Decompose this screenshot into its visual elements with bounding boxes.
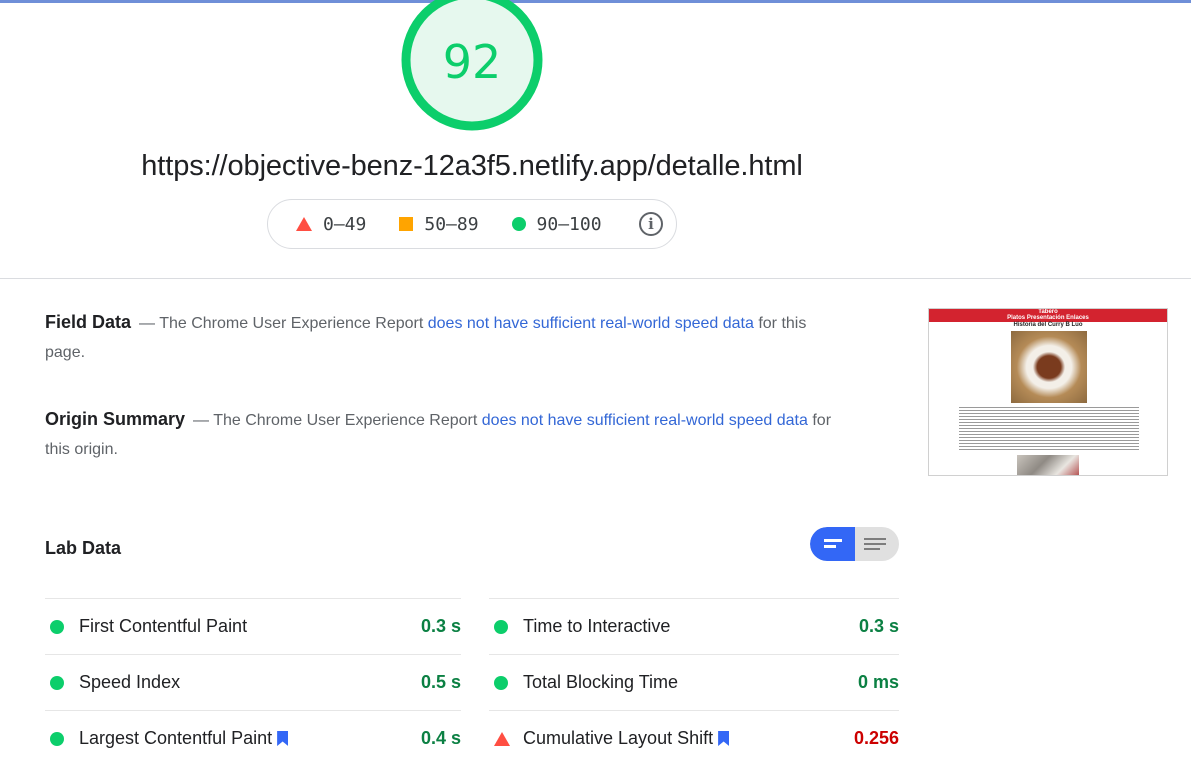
green-circle-icon [511, 217, 526, 231]
lab-data-title: Lab Data [45, 538, 122, 558]
thumbnail-food-image [1011, 331, 1087, 403]
metric-value: 0.3 s [858, 616, 899, 636]
metric-name: First Contentful Paint [79, 616, 248, 636]
metric-value: 0 ms [857, 672, 899, 692]
score-legend: 0–49 50–89 90–100 i [267, 199, 677, 249]
legend-item-pass: 90–100 [511, 213, 602, 235]
metric-name: Time to Interactive [523, 616, 671, 636]
thumbnail-second-image [1017, 455, 1079, 475]
field-data-title: Field Data [45, 312, 132, 332]
metric-value: 0.256 [853, 728, 899, 748]
score-value: 92 [442, 35, 502, 89]
thumbnail-heading: Historia del Curry B Luo [1013, 322, 1083, 328]
info-icon[interactable]: i [639, 212, 663, 236]
metric-name: Speed Index [79, 672, 181, 692]
thumbnail-nav: Platos Presentación Enlaces [1007, 315, 1089, 321]
bookmark-icon[interactable] [277, 731, 289, 746]
compact-view-icon[interactable] [810, 527, 855, 561]
origin-summary-link[interactable]: does not have sufficient real-world spee… [482, 412, 808, 429]
legend-item-average: 50–89 [399, 213, 479, 235]
field-data-link[interactable]: does not have sufficient real-world spee… [428, 315, 754, 332]
performance-score-gauge: 92 [400, 0, 544, 132]
section-divider [0, 278, 1191, 279]
metric-total-blocking-time: Total Blocking Time 0 ms [489, 654, 899, 710]
pass-circle-icon [50, 731, 64, 746]
metrics-view-toggle[interactable] [810, 527, 899, 561]
pass-circle-icon [50, 675, 64, 690]
metric-value: 0.3 s [420, 616, 461, 636]
legend-label: 50–89 [424, 213, 479, 235]
metric-name: Largest Contentful Paint [79, 728, 273, 748]
page-screenshot-thumbnail: Tabero Platos Presentación Enlaces Histo… [928, 308, 1168, 476]
fail-triangle-icon [494, 731, 510, 746]
bookmark-icon[interactable] [718, 731, 730, 746]
metric-name: Cumulative Layout Shift [523, 728, 714, 748]
pass-circle-icon [494, 675, 508, 690]
metric-name: Total Blocking Time [523, 672, 679, 692]
metric-largest-contentful-paint: Largest Contentful Paint 0.4 s [45, 710, 461, 757]
metric-cumulative-layout-shift: Cumulative Layout Shift 0.256 [489, 710, 899, 757]
pass-circle-icon [494, 619, 508, 634]
report-url: https://objective-benz-12a3f5.netlify.ap… [141, 150, 803, 182]
top-border [0, 0, 1191, 3]
origin-summary-title: Origin Summary [45, 409, 186, 429]
field-data-text: — The Chrome User Experience Report [139, 315, 428, 332]
metric-time-to-interactive: Time to Interactive 0.3 s [489, 598, 899, 654]
origin-summary-text: — The Chrome User Experience Report [193, 412, 482, 429]
legend-item-fail: 0–49 [296, 214, 366, 235]
legend-label: 90–100 [536, 213, 602, 235]
orange-square-icon [399, 217, 414, 231]
pass-circle-icon [50, 619, 64, 634]
metric-name-wrap: Largest Contentful Paint [79, 728, 289, 749]
metric-first-contentful-paint: First Contentful Paint 0.3 s [45, 598, 461, 654]
origin-summary-section: Origin Summary — The Chrome User Experien… [45, 405, 835, 464]
field-data-section: Field Data — The Chrome User Experience R… [45, 308, 835, 367]
metric-name-wrap: Cumulative Layout Shift [523, 728, 730, 749]
metric-value: 0.4 s [420, 728, 461, 748]
red-triangle-icon [296, 217, 312, 231]
thumbnail-paragraph [959, 425, 1139, 452]
metric-value: 0.5 s [420, 672, 461, 692]
legend-label: 0–49 [323, 213, 367, 235]
metric-speed-index: Speed Index 0.5 s [45, 654, 461, 710]
